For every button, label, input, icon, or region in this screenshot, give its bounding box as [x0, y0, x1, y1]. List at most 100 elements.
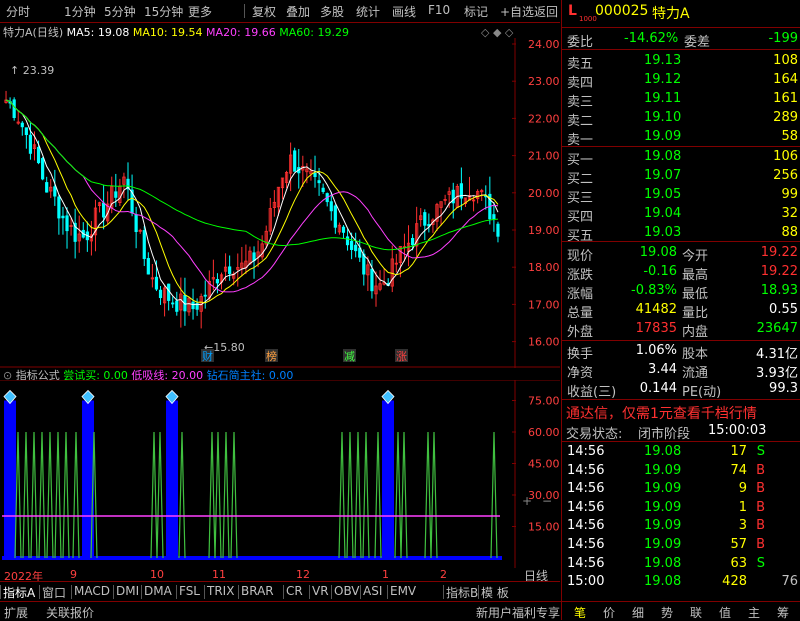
indicator-chart[interactable]: 75.0060.0045.0030.0015.00+ −	[0, 380, 560, 568]
tick-direction: B	[756, 481, 765, 497]
bid-volume: 99	[781, 187, 798, 202]
toolbar-item-11[interactable]: 标记	[464, 3, 488, 20]
indicator-tab-13[interactable]: 指标B	[446, 584, 478, 601]
tick-volume: 63	[730, 555, 747, 571]
tick-row: 14:56 19.09 3 B	[562, 516, 800, 536]
toolbar-item-7[interactable]: 多股	[320, 3, 344, 20]
zoom-out-icon[interactable]: −	[542, 494, 552, 508]
expand-button[interactable]: 扩展	[4, 604, 28, 621]
stat-value: 0.55	[769, 302, 798, 317]
bid-row: 买三 19.05 99	[562, 185, 800, 206]
quote-panel: L 1000 000025 特力A 委比 -14.62% 委差 -199 卖五 1…	[561, 0, 800, 620]
bid-row: 买五 19.03 88	[562, 223, 800, 244]
quote-stat-row: 涨幅 -0.83% 最低 18.93	[562, 281, 800, 302]
date-axis-month: 12	[296, 568, 310, 581]
indicator-axis-label: 15.00	[528, 521, 560, 534]
ask-price: 19.11	[644, 91, 682, 106]
indicator-tab-7[interactable]: BRAR	[241, 584, 274, 598]
indicator-tab-0[interactable]: 指标A	[3, 584, 35, 601]
indicator-tab-11[interactable]: ASI	[363, 584, 382, 598]
candlestick-chart[interactable]: 24.00 23.00 22.00 21.00 20.00 19.00 18.00 17.00…	[0, 38, 560, 368]
tick-time: 14:56	[567, 444, 605, 459]
indicator-axis-label: 45.00	[528, 458, 560, 471]
indicator-tab-1[interactable]: 窗口	[42, 584, 66, 601]
quote-title: L 1000 000025 特力A	[562, 3, 800, 23]
ask-row: 卖四 19.12 164	[562, 70, 800, 91]
market-prefix: L	[568, 3, 577, 19]
indicator-tab-5[interactable]: FSL	[179, 584, 200, 598]
stat-value: 0.144	[639, 381, 677, 396]
ad-row[interactable]: 通达信，仅需1元查看千档行情	[562, 401, 800, 423]
period-toolbar: 分时 1分钟 5分钟 15分钟 更多 复权 叠加 多股 统计 画线 F10 标记 +自选 返回	[0, 0, 560, 23]
bid-price: 19.05	[644, 187, 682, 202]
tick-price: 19.09	[644, 518, 682, 534]
ask-row: 卖三 19.11 161	[562, 89, 800, 110]
toolbar-item-3[interactable]: 15分钟	[144, 3, 183, 20]
tick-time: 14:56	[567, 481, 605, 497]
toolbar-item-10[interactable]: F10	[428, 3, 450, 17]
event-tag[interactable]: 榜	[266, 349, 277, 363]
stat-value: -0.16	[643, 264, 677, 279]
toolbar-item-12[interactable]: +自选	[500, 3, 534, 20]
tick-volume: 57	[730, 537, 747, 552]
toolbar-item-9[interactable]: 画线	[392, 3, 416, 20]
toolbar-item-0[interactable]: 分时	[6, 3, 30, 20]
stat-value: 23647	[756, 321, 798, 336]
weibi-label: 委比	[567, 35, 594, 50]
bid-row: 买一 19.08 106	[562, 147, 800, 168]
price-axis-label: 23.00	[528, 75, 560, 88]
indicator-tab-8[interactable]: CR	[286, 584, 303, 598]
bid-price: 19.08	[644, 149, 682, 164]
indicator-tab-14[interactable]: 模 板	[481, 584, 509, 601]
tick-volume: 428	[722, 574, 747, 590]
ask-volume: 164	[773, 72, 798, 87]
indicator-tabs: 指标A 窗口 MACD DMI DMA FSL TRIX BRAR CR VR OBV ASI EMV 指…	[0, 581, 560, 602]
indicator-tab-4[interactable]: DMA	[144, 584, 172, 598]
indicator-tab-2[interactable]: MACD	[74, 584, 110, 598]
toolbar-item-1[interactable]: 1分钟	[64, 3, 96, 20]
bid-price: 19.03	[644, 225, 682, 240]
indicator-tab-6[interactable]: TRIX	[207, 584, 234, 598]
indicator-tab-12[interactable]: EMV	[390, 584, 416, 598]
promo-link[interactable]: 新用户福利专享	[476, 604, 560, 621]
indicator-axis-label: 60.00	[528, 426, 560, 439]
bid-volume: 32	[781, 206, 798, 221]
event-tag[interactable]: 涨	[396, 350, 407, 363]
ad-text[interactable]: 通达信，仅需1元查看千档行情	[566, 403, 757, 423]
toolbar-item-2[interactable]: 5分钟	[104, 3, 136, 20]
toolbar-item-5[interactable]: 复权	[252, 3, 276, 20]
toolbar-item-8[interactable]: 统计	[356, 3, 380, 20]
tick-time: 14:56	[567, 537, 605, 552]
toolbar-item-4[interactable]: 更多	[188, 3, 212, 20]
stat-value: 19.22	[760, 264, 798, 279]
stat-value: -0.83%	[631, 283, 677, 298]
toolbar-item-13[interactable]: 返回	[534, 3, 558, 20]
related-quotes-button[interactable]: 关联报价	[46, 604, 94, 621]
indicator-tab-3[interactable]: DMI	[116, 584, 139, 598]
tick-time: 15:00	[567, 574, 605, 590]
quote-stat-row: 净资 3.44 流通 3.93亿	[562, 360, 800, 381]
trade-time: 15:00:03	[708, 423, 767, 438]
quote-stat-row: 收益(三) 0.144 PE(动) 99.3	[562, 379, 800, 400]
tick-row: 14:56 19.09 74 B	[562, 461, 800, 481]
ask-price: 19.09	[644, 129, 682, 144]
price-axis-label: 16.00	[528, 336, 560, 349]
zoom-in-icon[interactable]: +	[522, 494, 532, 508]
indicator-tab-10[interactable]: OBV	[334, 584, 360, 598]
indicator-tab-9[interactable]: VR	[312, 584, 329, 598]
quote-stat-row: 涨跌 -0.16 最高 19.22	[562, 262, 800, 283]
stat-value: 41482	[635, 302, 677, 317]
tick-price: 19.08	[644, 555, 682, 571]
quote-stat-row: 总量 41482 量比 0.55	[562, 300, 800, 321]
tick-direction: B	[756, 499, 765, 515]
ask-volume: 58	[781, 129, 798, 144]
price-axis-label: 19.00	[528, 224, 560, 237]
tick-row: 14:56 19.08 17 S	[562, 442, 800, 462]
stock-name: 特力A	[652, 6, 690, 22]
event-tag[interactable]: 减	[344, 350, 355, 363]
event-tag[interactable]: 财	[202, 349, 213, 363]
price-axis-label: 18.00	[528, 261, 560, 274]
stat-label: PE(动)	[682, 385, 722, 400]
bid-volume: 88	[781, 225, 798, 240]
toolbar-item-6[interactable]: 叠加	[286, 3, 310, 20]
